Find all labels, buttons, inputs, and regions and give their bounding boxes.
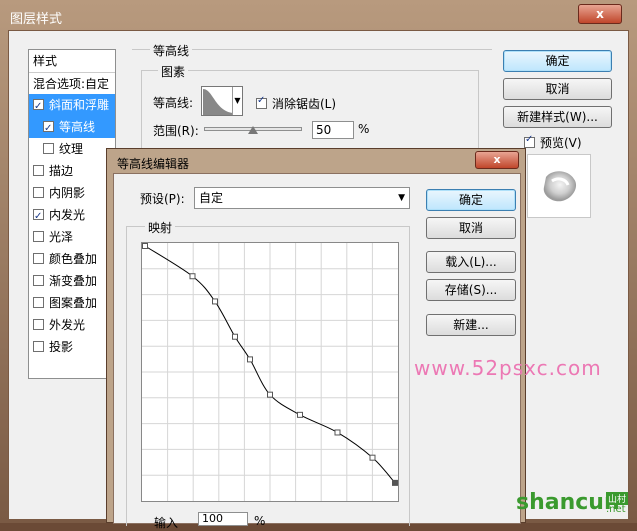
style-checkbox-icon[interactable] xyxy=(33,165,44,176)
layer-style-window: 图层样式 x 样式 混合选项:自定 斜面和浮雕等高线纹理描边内阴影内发光光泽颜色… xyxy=(0,0,637,530)
style-item-label: 外发光 xyxy=(49,318,86,332)
style-item[interactable]: 等高线 xyxy=(29,116,115,140)
style-item-label: 图案叠加 xyxy=(49,296,98,310)
editor-cancel-button[interactable]: 取消 xyxy=(426,217,516,239)
curve-point[interactable] xyxy=(297,411,303,418)
editor-body: 预设(P): 自定 ▼ 映射 输入 100 % 确定 取消 载入(L)... 存… xyxy=(113,173,521,530)
style-checkbox-icon[interactable] xyxy=(33,253,44,264)
style-checkbox-icon[interactable] xyxy=(33,187,44,198)
curve-point[interactable] xyxy=(267,391,273,398)
contour-thumbnail-icon xyxy=(203,89,233,115)
mapping-label: 映射 xyxy=(145,219,176,236)
contour-dropdown-arrow-icon[interactable]: ▼ xyxy=(232,87,242,115)
style-item[interactable]: 描边 xyxy=(29,160,115,182)
style-item[interactable]: 纹理 xyxy=(29,138,115,160)
editor-title: 等高线编辑器 xyxy=(117,157,190,171)
styles-list: 样式 混合选项:自定 斜面和浮雕等高线纹理描边内阴影内发光光泽颜色叠加渐变叠加图… xyxy=(28,49,116,379)
editor-close-button[interactable]: x xyxy=(475,151,519,169)
input-unit: % xyxy=(254,514,266,528)
contour-picker[interactable]: ▼ xyxy=(201,86,243,116)
style-item-label: 颜色叠加 xyxy=(49,252,98,266)
style-item[interactable]: 颜色叠加 xyxy=(29,248,115,270)
contour-label: 等高线: xyxy=(153,96,194,110)
new-style-button[interactable]: 新建样式(W)... xyxy=(503,106,612,128)
blending-options-item[interactable]: 混合选项:自定 xyxy=(29,72,115,94)
curve-point[interactable] xyxy=(142,243,148,249)
style-item[interactable]: 渐变叠加 xyxy=(29,270,115,292)
new-button[interactable]: 新建... xyxy=(426,314,516,336)
curve-point[interactable] xyxy=(189,273,196,280)
preview-label: 预览(V) xyxy=(540,136,582,150)
preset-label: 预设(P): xyxy=(140,192,185,206)
elements-group-title: 图素 xyxy=(158,63,189,80)
style-checkbox-icon[interactable] xyxy=(33,206,44,228)
antialias-check-icon xyxy=(256,95,267,109)
style-item-label: 纹理 xyxy=(59,142,84,156)
style-checkbox-icon[interactable] xyxy=(33,275,44,286)
style-checkbox-icon[interactable] xyxy=(33,341,44,352)
preset-select[interactable]: 自定 ▼ xyxy=(194,187,410,209)
style-checkbox-icon[interactable] xyxy=(43,118,54,140)
range-unit: % xyxy=(358,122,370,136)
editor-ok-button[interactable]: 确定 xyxy=(426,189,516,211)
contour-section-title: 等高线 xyxy=(150,42,193,59)
load-button[interactable]: 载入(L)... xyxy=(426,251,516,273)
range-slider-track[interactable] xyxy=(204,126,302,134)
curve-point[interactable] xyxy=(247,356,253,363)
preview-check-icon xyxy=(524,134,535,148)
contour-curve-graph[interactable] xyxy=(141,242,399,502)
cancel-button[interactable]: 取消 xyxy=(503,78,612,100)
style-checkbox-icon[interactable] xyxy=(33,319,44,330)
window-title: 图层样式 xyxy=(10,12,63,27)
curve-point[interactable] xyxy=(232,333,238,340)
style-checkbox-icon[interactable] xyxy=(33,231,44,242)
style-item-label: 光泽 xyxy=(49,230,74,244)
preview-checkbox[interactable]: 预览(V) xyxy=(524,134,582,151)
style-item[interactable]: 光泽 xyxy=(29,226,115,248)
style-item-label: 投影 xyxy=(49,340,74,354)
style-item-label: 斜面和浮雕 xyxy=(49,98,110,112)
watermark-text: www.52psxc.com xyxy=(414,356,602,380)
curve-point[interactable] xyxy=(212,298,218,305)
style-item[interactable]: 图案叠加 xyxy=(29,292,115,314)
preview-blob-icon xyxy=(543,171,577,202)
style-preview-swatch xyxy=(527,154,591,218)
range-label: 范围(R): xyxy=(153,124,199,138)
contour-editor-dialog: 等高线编辑器 x 预设(P): 自定 ▼ 映射 输入 100 % 确定 取消 载… xyxy=(106,148,526,530)
style-item-label: 描边 xyxy=(49,164,74,178)
style-item[interactable]: 斜面和浮雕 xyxy=(29,94,115,118)
style-checkbox-icon[interactable] xyxy=(33,297,44,308)
save-button[interactable]: 存储(S)... xyxy=(426,279,516,301)
style-checkbox-icon[interactable] xyxy=(43,143,54,154)
chevron-down-icon: ▼ xyxy=(398,193,405,203)
input-field[interactable]: 100 xyxy=(198,512,248,526)
style-item[interactable]: 内发光 xyxy=(29,204,115,228)
ok-button[interactable]: 确定 xyxy=(503,50,612,72)
styles-header: 样式 xyxy=(33,54,58,68)
preset-value: 自定 xyxy=(199,191,224,205)
antialias-checkbox[interactable]: 消除锯齿(L) xyxy=(256,95,336,112)
style-item[interactable]: 内阴影 xyxy=(29,182,115,204)
style-item-label: 内发光 xyxy=(49,208,86,222)
style-item-label: 等高线 xyxy=(59,120,96,134)
range-input[interactable]: 50 xyxy=(312,121,354,139)
logo-text: shancun xyxy=(516,490,620,515)
antialias-label: 消除锯齿(L) xyxy=(272,97,337,111)
curve-point[interactable] xyxy=(334,429,341,436)
curve-point[interactable] xyxy=(369,454,376,461)
logo-net: .net xyxy=(606,504,626,515)
site-logo: shancun 山村 .net xyxy=(512,490,637,520)
window-close-button[interactable]: x xyxy=(578,4,622,24)
style-item[interactable]: 投影 xyxy=(29,336,115,358)
range-slider-thumb[interactable] xyxy=(248,126,258,134)
curve-canvas[interactable] xyxy=(142,243,398,501)
style-item-label: 内阴影 xyxy=(49,186,86,200)
style-item[interactable]: 外发光 xyxy=(29,314,115,336)
curve-point[interactable] xyxy=(392,479,398,486)
style-checkbox-icon[interactable] xyxy=(33,96,44,118)
style-item-label: 渐变叠加 xyxy=(49,274,98,288)
